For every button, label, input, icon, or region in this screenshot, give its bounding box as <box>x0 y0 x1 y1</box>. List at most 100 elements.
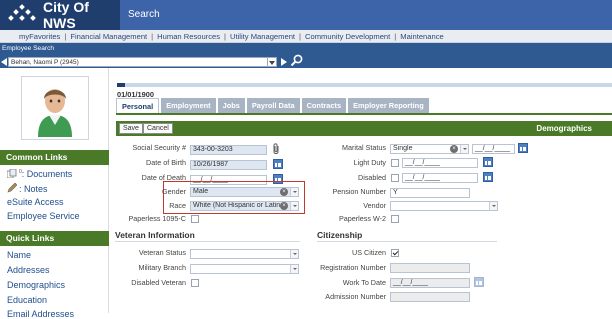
record-progress-bar <box>117 83 612 87</box>
ssn-label: Social Security # <box>132 143 186 152</box>
section-title: Demographics <box>536 124 592 133</box>
military-branch-label: Military Branch <box>138 263 186 272</box>
veteran-status-label: Veteran Status <box>138 248 186 257</box>
us-citizen-checkbox[interactable] <box>391 249 399 257</box>
tab-employment[interactable]: Employment <box>161 98 216 113</box>
tab-strip: Personal Employment Jobs Payroll Data Co… <box>116 98 431 113</box>
avatar-icon <box>38 89 72 137</box>
marital-status-select[interactable]: Single × <box>390 144 469 154</box>
vendor-select[interactable] <box>390 201 498 211</box>
disabled-veteran-label: Disabled Veteran <box>131 278 186 287</box>
action-bar: Save Cancel Demographics <box>116 121 612 136</box>
employee-select-value[interactable]: Behan, Naomi P (2945) <box>8 56 268 67</box>
clear-icon[interactable]: × <box>280 202 288 210</box>
work-to-date-field[interactable]: __/__/____ <box>390 278 470 288</box>
light-duty-checkbox[interactable] <box>391 159 399 167</box>
disabled-veteran-checkbox[interactable] <box>191 279 199 287</box>
quick-links-header: Quick Links <box>0 231 109 246</box>
registration-number-field[interactable] <box>390 263 470 273</box>
military-branch-select[interactable] <box>190 264 299 274</box>
calendar-icon[interactable] <box>518 143 528 153</box>
veteran-section-title: Veteran Information <box>115 230 195 240</box>
city-logo-icon <box>8 4 36 26</box>
marital-status-date[interactable]: __/__/____ <box>472 144 515 154</box>
menu-item-community-development[interactable]: Community Development <box>305 30 390 43</box>
disabled-checkbox[interactable] <box>391 174 399 182</box>
tab-employer-reporting[interactable]: Employer Reporting <box>348 98 429 113</box>
dob-field[interactable]: 10/26/1987 <box>190 160 267 170</box>
paperless-1095c-checkbox[interactable] <box>191 215 199 223</box>
calendar-icon[interactable] <box>273 159 283 169</box>
documents-link[interactable]: 0: Documents <box>6 168 72 180</box>
chevron-down-icon[interactable] <box>290 202 298 210</box>
chevron-down-icon[interactable] <box>290 265 298 273</box>
calendar-icon[interactable] <box>474 277 484 287</box>
quick-link-education[interactable]: Education <box>7 295 47 305</box>
section-divider <box>317 241 497 242</box>
quick-link-email-addresses[interactable]: Email Addresses <box>7 309 74 319</box>
menu-separator: | <box>394 32 397 41</box>
marital-status-value: Single <box>393 145 413 152</box>
race-select[interactable]: White (Not Hispanic or Latino × <box>190 201 299 211</box>
clear-icon[interactable]: × <box>450 145 458 153</box>
chevron-down-icon[interactable] <box>268 56 277 67</box>
esuite-access-link[interactable]: eSuite Access <box>7 197 64 207</box>
module-menu: myFavorites | Financial Management | Human R… <box>0 30 612 43</box>
employee-select[interactable]: Behan, Naomi P (2945) <box>0 56 277 67</box>
quick-link-demographics[interactable]: Demographics <box>7 280 65 290</box>
light-duty-date[interactable]: __/__/____ <box>402 158 478 168</box>
section-divider <box>115 241 300 242</box>
pension-number-field[interactable]: Y <box>390 188 470 198</box>
tab-jobs[interactable]: Jobs <box>217 98 245 113</box>
quick-link-name[interactable]: Name <box>7 250 31 260</box>
menu-separator: | <box>224 32 227 41</box>
menu-item-financial-management[interactable]: Financial Management <box>70 30 147 43</box>
chevron-down-icon[interactable] <box>290 188 298 196</box>
employee-search-bar: Employee Search Behan, Naomi P (2945) <box>0 43 612 68</box>
veteran-status-select[interactable] <box>190 249 299 259</box>
documents-icon <box>6 168 17 180</box>
clear-icon[interactable]: × <box>280 188 288 196</box>
progress-fill <box>117 83 125 87</box>
employee-service-link[interactable]: Employee Service <box>7 211 80 221</box>
menu-item-utility-management[interactable]: Utility Management <box>230 30 295 43</box>
cancel-button[interactable]: Cancel <box>143 123 173 134</box>
menu-separator: | <box>64 32 67 41</box>
race-value: White (Not Hispanic or Latino <box>193 202 285 209</box>
quick-link-addresses[interactable]: Addresses <box>7 265 50 275</box>
work-to-date-label: Work To Date <box>342 278 386 287</box>
chevron-down-icon[interactable] <box>489 202 497 210</box>
menu-item-myfavorites[interactable]: myFavorites <box>19 30 60 43</box>
global-search-input[interactable]: Search <box>120 0 612 30</box>
top-bar: City Of NWS Search <box>0 0 612 31</box>
chevron-down-icon[interactable] <box>290 250 298 258</box>
gender-select[interactable]: Male × <box>190 187 299 197</box>
dob-label: Date of Birth <box>146 158 186 167</box>
ssn-field[interactable]: 343-00-3203 <box>190 145 267 155</box>
employee-search-label: Employee Search <box>2 45 55 52</box>
app-logo[interactable]: City Of NWS <box>0 0 120 31</box>
next-employee-icon[interactable] <box>281 58 287 66</box>
notes-link[interactable]: : Notes <box>7 182 48 195</box>
paperless-w2-label: Paperless W-2 <box>338 214 386 223</box>
tab-contracts[interactable]: Contracts <box>301 98 347 113</box>
tab-payroll-data[interactable]: Payroll Data <box>246 98 300 113</box>
sidebar: Common Links 0: Documents : Notes eSuite… <box>0 68 109 319</box>
citizenship-section-title: Citizenship <box>317 230 363 240</box>
tab-personal[interactable]: Personal <box>116 98 160 113</box>
common-links-header: Common Links <box>0 150 109 165</box>
paperless-w2-checkbox[interactable] <box>391 215 399 223</box>
chevron-down-icon[interactable] <box>460 145 468 153</box>
disabled-date[interactable]: __/__/____ <box>402 173 478 183</box>
paperclip-icon[interactable] <box>272 143 281 157</box>
admission-number-label: Admission Number <box>325 292 386 301</box>
menu-item-maintenance[interactable]: Maintenance <box>400 30 443 43</box>
menu-item-human-resources[interactable]: Human Resources <box>157 30 220 43</box>
save-button[interactable]: Save <box>119 123 143 134</box>
previous-employee-icon[interactable] <box>0 56 8 67</box>
disabled-label: Disabled <box>358 173 386 182</box>
calendar-icon[interactable] <box>483 157 493 167</box>
calendar-icon[interactable] <box>483 172 493 182</box>
admission-number-field[interactable] <box>390 292 470 302</box>
search-icon[interactable] <box>290 54 303 67</box>
